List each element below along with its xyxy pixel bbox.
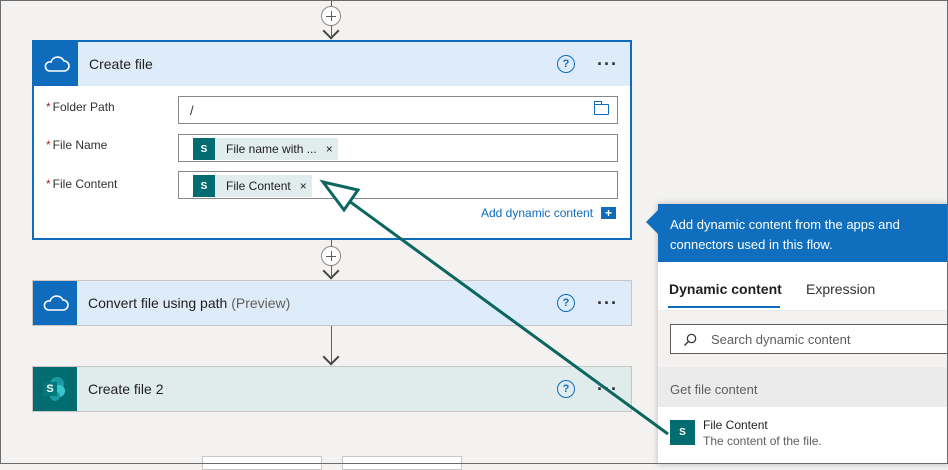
annotation-arrow	[319, 179, 669, 436]
